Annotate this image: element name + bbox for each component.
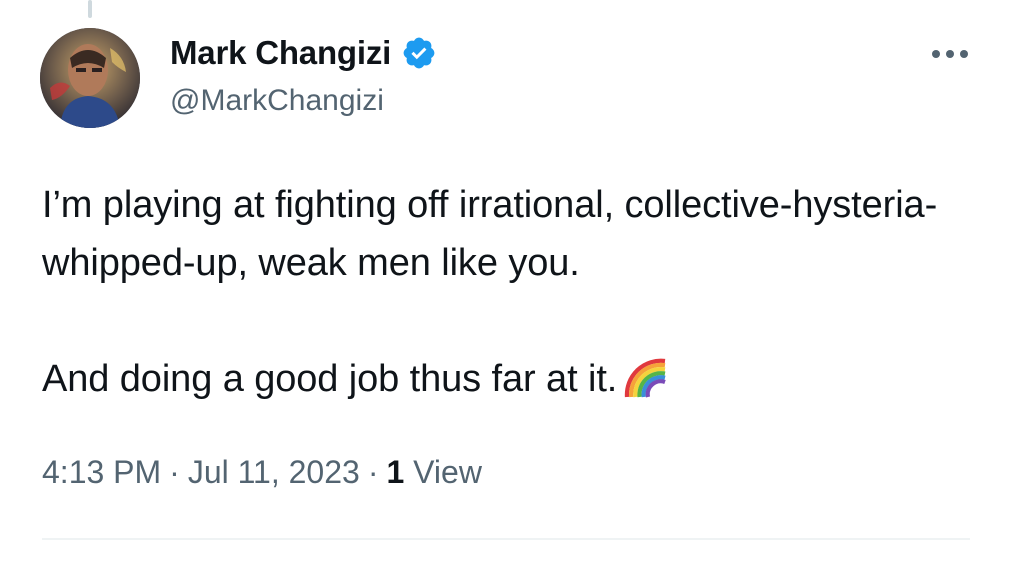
rainbow-icon (623, 355, 667, 399)
avatar[interactable] (40, 28, 140, 128)
author-name-row: Mark Changizi (170, 34, 437, 72)
views-label: View (413, 454, 482, 490)
tweet-paragraph-2: And doing a good job thus far at it. (42, 350, 982, 408)
tweet-time[interactable]: 4:13 PM (42, 454, 161, 490)
tweet-paragraph-2-text: And doing a good job thus far at it. (42, 358, 618, 400)
author-handle[interactable]: @MarkChangizi (170, 84, 384, 118)
meta-separator: · (169, 454, 180, 490)
tweet-paragraph-1: I’m playing at fighting off irrational, … (42, 184, 938, 284)
author-display-name[interactable]: Mark Changizi (170, 34, 391, 72)
tweet-date[interactable]: Jul 11, 2023 (188, 454, 360, 490)
thread-connector-line (88, 0, 92, 18)
more-options-icon (932, 50, 968, 58)
views-count: 1 (386, 454, 405, 490)
meta-separator: · (367, 454, 379, 490)
tweet-meta: 4:13 PM · Jul 11, 2023 · 1 View (42, 454, 482, 491)
more-options-button[interactable] (920, 36, 980, 72)
divider (42, 538, 970, 540)
tweet-text: I’m playing at fighting off irrational, … (42, 176, 982, 408)
verified-badge-icon (401, 35, 437, 71)
